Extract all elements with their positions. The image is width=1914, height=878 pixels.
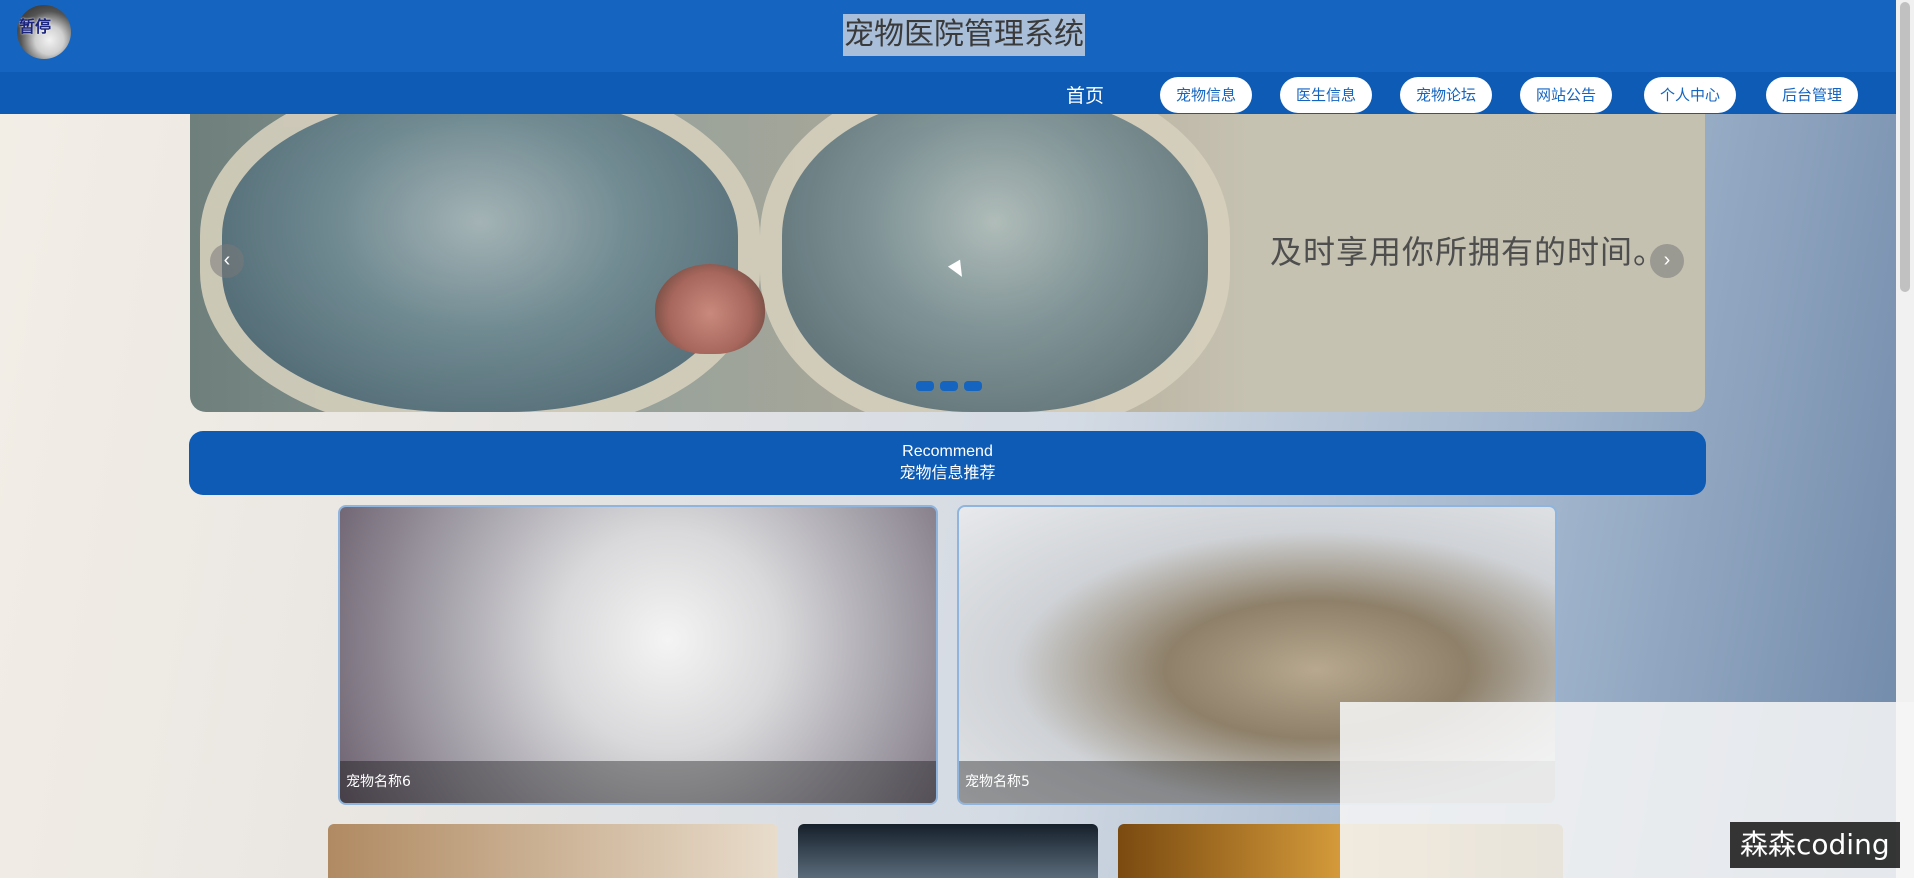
chevron-left-icon[interactable]: ‹ [210, 244, 244, 278]
carousel-indicators [916, 381, 982, 391]
nav-pet-forum-button[interactable]: 宠物论坛 [1400, 77, 1493, 113]
pet-card-thumbnail[interactable] [328, 824, 778, 878]
site-title: 宠物医院管理系统 [843, 14, 1085, 56]
nav-bar: 首页 宠物信息 医生信息 宠物论坛 网站公告 个人中心 后台管理 [0, 72, 1896, 114]
carousel-dot[interactable] [964, 381, 982, 391]
logo-text: 暂停 [19, 17, 52, 36]
pet-card-name: 宠物名称6 [340, 761, 936, 803]
watermark-label: 森森coding [1730, 822, 1900, 868]
header-bar: 暂停 宠物医院管理系统 [0, 0, 1896, 72]
banner-image-cat-nose [655, 264, 765, 354]
recommend-title-en: Recommend [902, 443, 993, 460]
pet-card[interactable]: 宠物名称6 [338, 505, 938, 805]
nav-announcement-button[interactable]: 网站公告 [1520, 77, 1613, 113]
pet-card-thumbnail[interactable] [798, 824, 1098, 878]
nav-doctor-info-button[interactable]: 医生信息 [1280, 77, 1373, 113]
recommend-title-cn: 宠物信息推荐 [899, 463, 996, 482]
banner-image-right-lens [760, 114, 1230, 412]
site-logo[interactable]: 暂停 [17, 5, 71, 59]
nav-admin-button[interactable]: 后台管理 [1766, 77, 1859, 113]
scrollbar-thumb[interactable] [1900, 2, 1910, 292]
nav-home-link[interactable]: 首页 [1066, 81, 1104, 108]
carousel-dot[interactable] [940, 381, 958, 391]
nav-personal-center-button[interactable]: 个人中心 [1644, 77, 1737, 113]
nav-pet-info-button[interactable]: 宠物信息 [1160, 77, 1253, 113]
banner-caption: 及时享用你所拥有的时间。 [1270, 233, 1667, 271]
banner-carousel[interactable]: 及时享用你所拥有的时间。 ‹ › [190, 114, 1705, 412]
chevron-right-icon[interactable]: › [1650, 244, 1684, 278]
banner-image-left-lens [200, 114, 760, 412]
recommend-section-header: Recommend 宠物信息推荐 [189, 431, 1706, 495]
carousel-dot[interactable] [916, 381, 934, 391]
